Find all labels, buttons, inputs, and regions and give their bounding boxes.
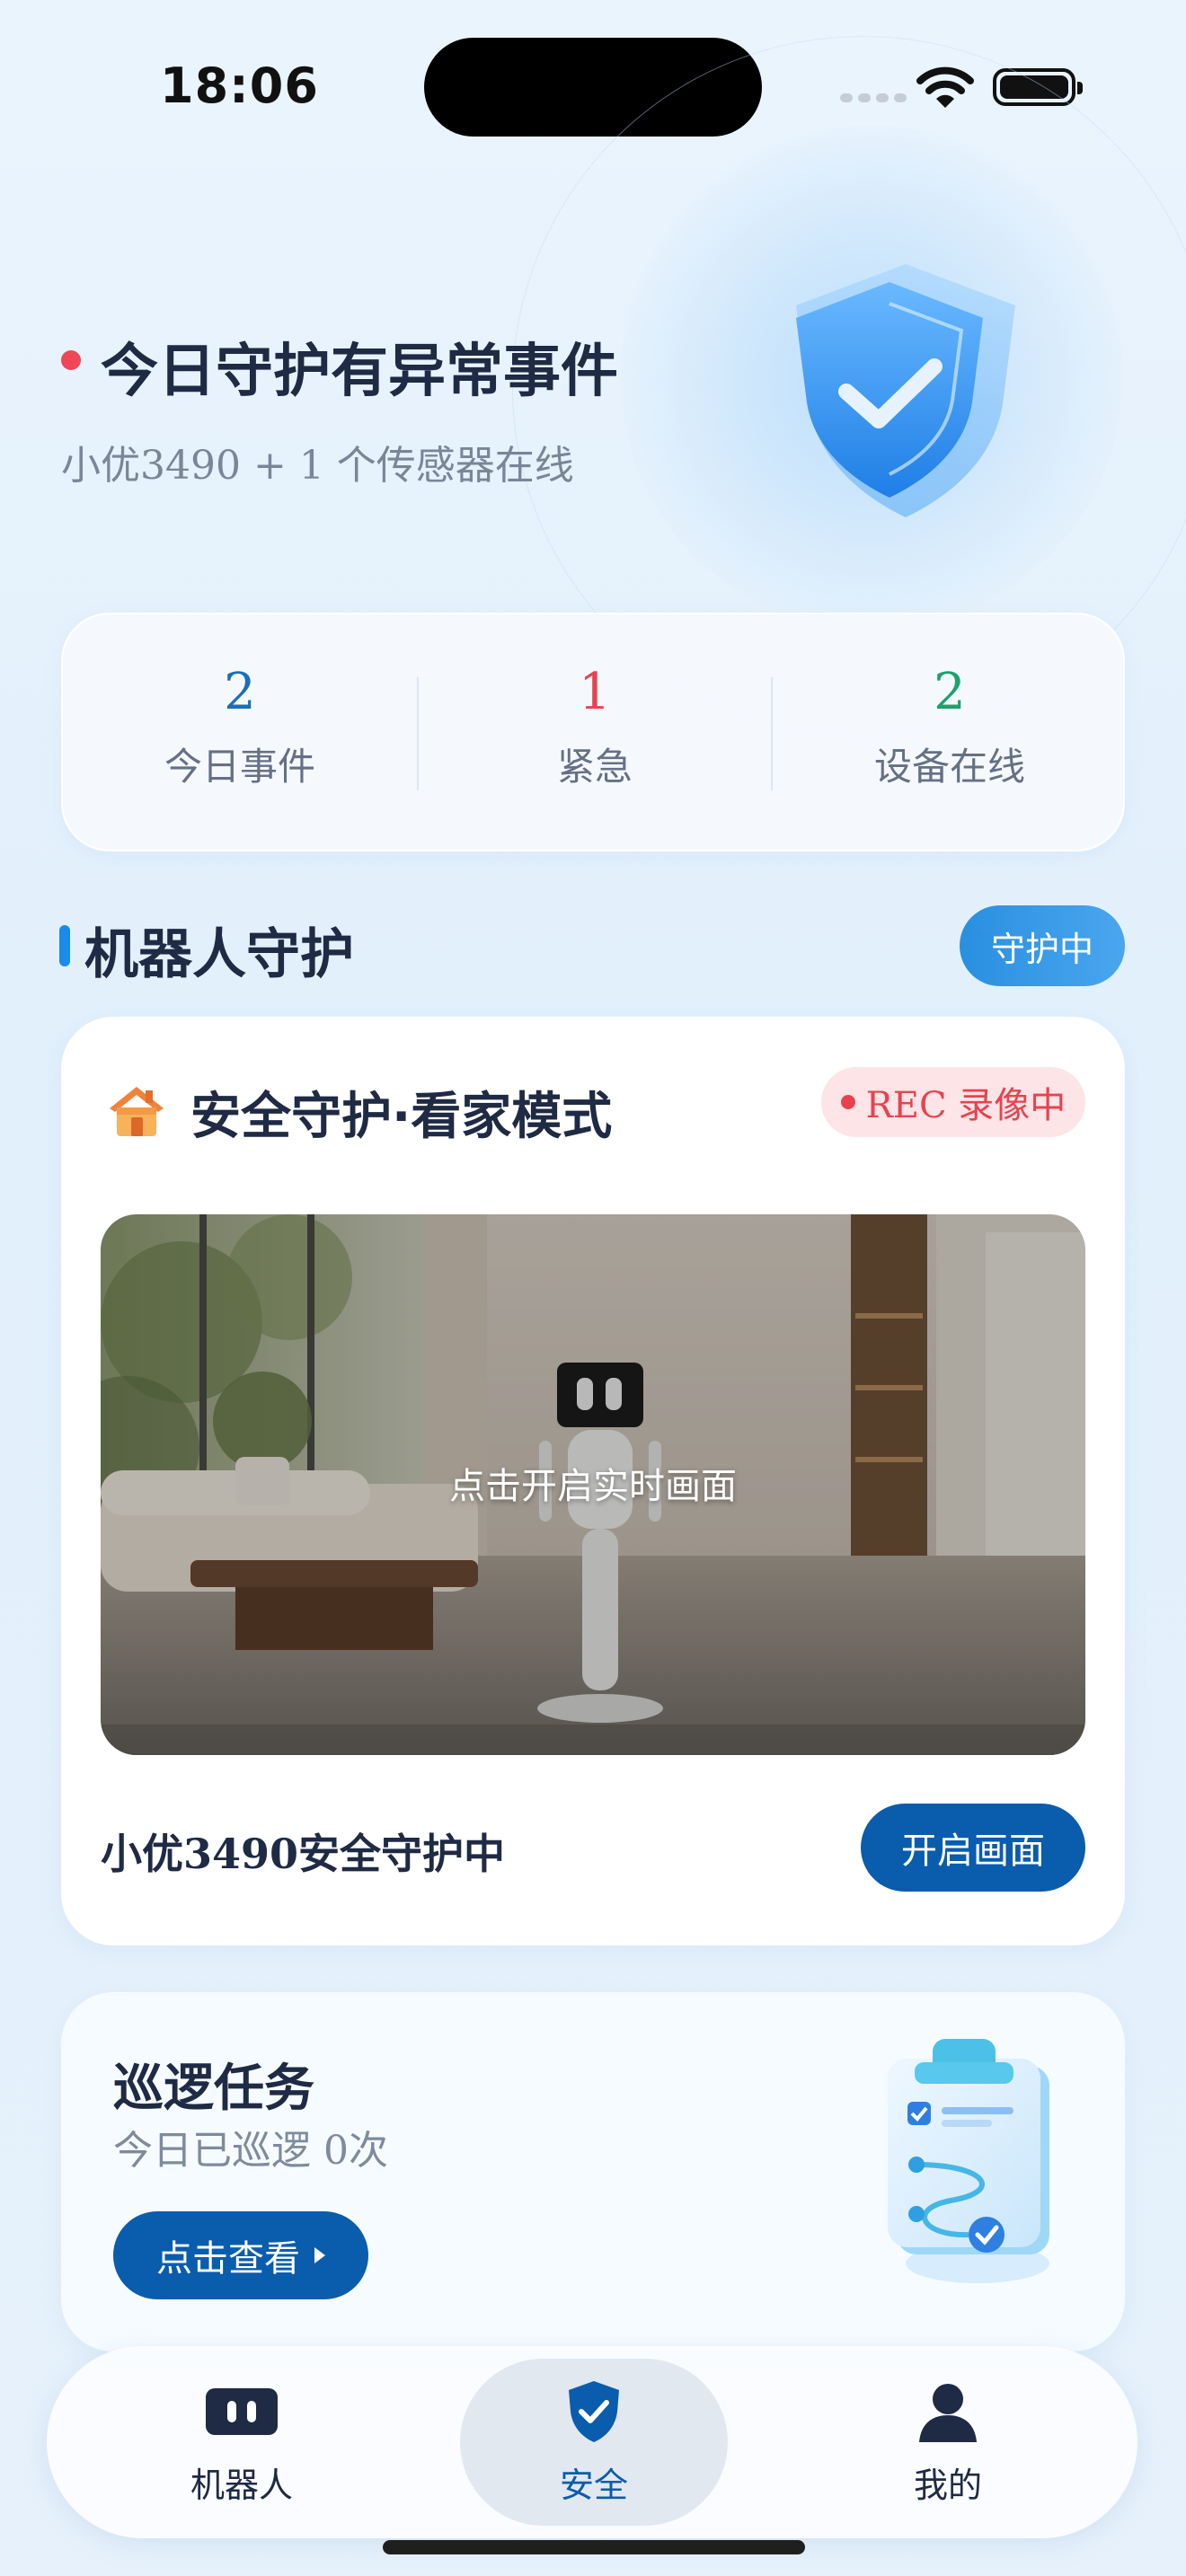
tab-label: 我的: [913, 2466, 982, 2505]
live-view-overlay: 点击开启实时画面: [101, 1214, 1085, 1755]
view-patrol-label: 点击查看: [156, 2238, 300, 2280]
stat-value: 2: [934, 663, 966, 721]
patrol-title: 巡逻任务: [113, 2060, 314, 2118]
tab-label: 机器人: [190, 2466, 293, 2505]
device-online-summary: 小优3490 + 1 个传感器在线: [61, 443, 574, 489]
mode-title: 安全守护·看家模式: [190, 1088, 613, 1146]
stats-card: 2 今日事件 1 紧急 2 设备在线: [61, 613, 1125, 851]
shield-check-icon: [554, 2378, 633, 2445]
play-arrow-icon: [314, 2247, 325, 2263]
rec-dot-icon: [840, 1095, 855, 1109]
stat-label: 今日事件: [164, 744, 315, 789]
home-indicator[interactable]: [383, 2540, 805, 2554]
stat-urgent[interactable]: 1 紧急: [418, 665, 772, 791]
status-time: 18:06: [160, 57, 319, 114]
rec-badge: REC 录像中: [821, 1067, 1085, 1137]
guard-mode-card: 安全守护·看家模式 REC 录像中 点击开启实时画面 小优3490安全守护中 开…: [61, 1017, 1125, 1945]
section-title: 机器人守护: [84, 923, 354, 986]
open-live-view-button[interactable]: 开启画面: [861, 1804, 1085, 1892]
tab-profile[interactable]: 我的: [814, 2346, 1082, 2538]
user-icon: [908, 2378, 987, 2445]
live-view-prompt: 点击开启实时画面: [449, 1466, 737, 1507]
shield-check-illustration: [796, 264, 1015, 517]
stat-label: 设备在线: [873, 744, 1025, 789]
page-title: 今日守护有异常事件: [101, 339, 618, 405]
rec-badge-label: REC 录像中: [865, 1085, 1067, 1126]
stat-today-events[interactable]: 2 今日事件: [63, 665, 417, 791]
alert-dot: [61, 350, 81, 370]
guard-status-text: 小优3490安全守护中: [101, 1830, 506, 1878]
guard-status-pill[interactable]: 守护中: [960, 905, 1125, 986]
tab-security[interactable]: 安全: [460, 2346, 728, 2538]
stat-value: 1: [579, 663, 611, 721]
view-patrol-button[interactable]: 点击查看: [113, 2211, 368, 2299]
patrol-count: 今日已巡逻 0次: [113, 2128, 388, 2174]
stat-label: 紧急: [556, 744, 633, 789]
bottom-tab-bar: 机器人 安全 我的: [47, 2346, 1137, 2538]
clipboard-route-illustration: [888, 2039, 1049, 2283]
robot-icon: [202, 2378, 281, 2445]
live-view-preview[interactable]: 点击开启实时画面: [101, 1214, 1085, 1755]
patrol-task-card[interactable]: 巡逻任务 今日已巡逻 0次 点击查看: [61, 1992, 1125, 2351]
tab-label: 安全: [559, 2466, 628, 2505]
stat-devices-online[interactable]: 2 设备在线: [773, 665, 1127, 791]
tab-robot[interactable]: 机器人: [108, 2346, 376, 2538]
stat-value: 2: [224, 663, 256, 721]
section-accent-bar: [59, 925, 70, 966]
house-icon: [110, 1087, 164, 1136]
